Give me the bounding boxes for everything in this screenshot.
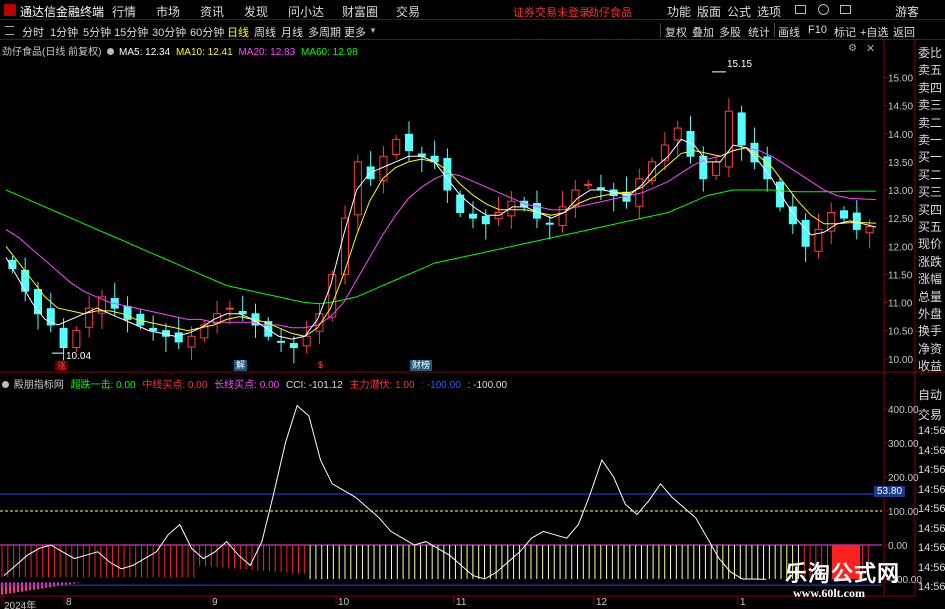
candle-up <box>187 335 196 348</box>
ma20-line <box>5 147 877 329</box>
quote-label: 买二 <box>918 167 943 182</box>
trade-time-label: 交易 <box>918 407 943 422</box>
price-tick-label: 12.00 <box>888 242 913 253</box>
high-price-label: 15.15 <box>727 59 753 70</box>
quote-label: 涨幅 <box>918 272 943 287</box>
trade-time-label: 自动 <box>918 388 943 402</box>
candle-up <box>865 226 874 234</box>
price-tick-label: 12.50 <box>888 214 913 225</box>
candle-up <box>392 138 401 156</box>
ma5-line <box>5 138 877 340</box>
trade-time-label: 14:56 <box>918 542 945 554</box>
candle-up <box>712 161 721 176</box>
quote-label: 外盘 <box>918 307 943 321</box>
candle-down <box>277 340 286 343</box>
quote-label: 买三 <box>918 185 943 200</box>
date-label: 2024年 <box>4 601 37 609</box>
candle-down <box>404 133 414 152</box>
quote-label: 涨跌 <box>918 254 943 269</box>
candle-up <box>673 127 682 141</box>
quote-label: 卖一 <box>918 133 943 147</box>
trade-time-label: 14:56 <box>918 425 945 437</box>
candle-up <box>507 200 516 217</box>
candle-down <box>776 181 785 208</box>
date-label: 12 <box>596 597 608 608</box>
quote-label: 现价 <box>918 237 943 252</box>
indicator-tick-label: 300.00 <box>888 439 919 450</box>
quote-label: 卖三 <box>918 98 943 113</box>
app-root: 通达信金融终端 行情 市场 资讯 发现 问小达 财富圈 交易 证券交易未登录 劲… <box>0 0 945 609</box>
candle-down <box>123 305 132 320</box>
candle-down <box>801 219 810 247</box>
candle-up <box>724 110 733 168</box>
trade-time-label: 14:56 <box>918 503 945 515</box>
price-tick-label: 15.00 <box>888 74 913 85</box>
price-tick-label: 10.50 <box>888 327 913 338</box>
candle-down <box>468 213 478 219</box>
trade-time-label: 14:56 <box>918 444 945 457</box>
price-tick-label: 11.00 <box>888 299 913 310</box>
price-tick-label: 13.00 <box>888 186 913 197</box>
quote-label: 净资 <box>918 341 943 356</box>
indicator-tick-label: 100.00 <box>888 507 919 518</box>
quote-label: 收益 <box>918 359 943 374</box>
candle-down <box>481 215 490 225</box>
candle-down <box>59 327 68 348</box>
date-label: 10 <box>338 597 350 608</box>
quote-label: 总量 <box>918 289 943 304</box>
price-tick-label: 13.50 <box>888 158 913 169</box>
event-marker[interactable]: 涨 <box>55 361 69 372</box>
ma60-line <box>5 189 876 305</box>
trade-time-label: 14:56 <box>918 464 945 476</box>
candle-down <box>839 210 849 219</box>
trade-time-label: 14:56 <box>918 522 945 535</box>
candle-down <box>174 332 183 343</box>
candle-down <box>238 311 247 315</box>
indicator-tick-label: 400.00 <box>888 405 919 416</box>
price-tick-label: 14.00 <box>888 130 913 141</box>
watermark-title: 乐淘公式网 <box>785 561 901 586</box>
price-tick-label: 11.50 <box>888 270 913 281</box>
candle-up <box>827 212 836 232</box>
date-label: 8 <box>66 597 72 608</box>
event-marker[interactable]: $ <box>316 360 326 371</box>
date-label: 11 <box>456 597 467 608</box>
quote-label: 委比 <box>918 46 943 60</box>
quote-label: 换手 <box>918 324 943 339</box>
candle-up <box>584 183 593 186</box>
watermark-url: www.60lt.com <box>793 586 865 600</box>
candle-down <box>737 112 746 146</box>
candle-up <box>72 330 81 348</box>
candle-up <box>341 217 350 275</box>
price-tick-label: 14.50 <box>888 102 913 113</box>
date-label: 9 <box>212 597 218 608</box>
date-label: 1 <box>740 597 746 608</box>
cci-marker-label: 53.80 <box>874 486 906 497</box>
indicator-tick-label: 200.00 <box>888 473 919 484</box>
candle-down <box>852 212 861 230</box>
candle-up <box>302 335 311 347</box>
quote-label: 买五 <box>918 220 943 234</box>
event-marker[interactable]: 财榜 <box>410 360 433 371</box>
chart-canvas[interactable]: 10.0010.5011.0011.5012.0012.5013.0013.50… <box>0 0 945 609</box>
candle-down <box>289 343 298 348</box>
trade-time-label: 14:56 <box>918 483 945 496</box>
watermark: 乐淘公式网 www.60lt.com <box>775 554 945 609</box>
indicator-tick-label: 0.00 <box>888 541 908 552</box>
price-tick-label: 10.00 <box>888 355 913 366</box>
candle-up <box>225 307 234 310</box>
candle-up <box>660 144 669 161</box>
quote-label: 买四 <box>918 202 943 217</box>
quote-label: 买一 <box>918 150 943 165</box>
quote-label: 卖四 <box>918 80 943 95</box>
low-price-label: 10.04 <box>66 351 92 362</box>
candle-down <box>149 327 158 332</box>
candle-down <box>545 222 554 225</box>
quote-label: 卖二 <box>918 115 943 130</box>
quote-label: 卖五 <box>918 63 943 78</box>
event-marker[interactable]: 解 <box>234 360 248 371</box>
